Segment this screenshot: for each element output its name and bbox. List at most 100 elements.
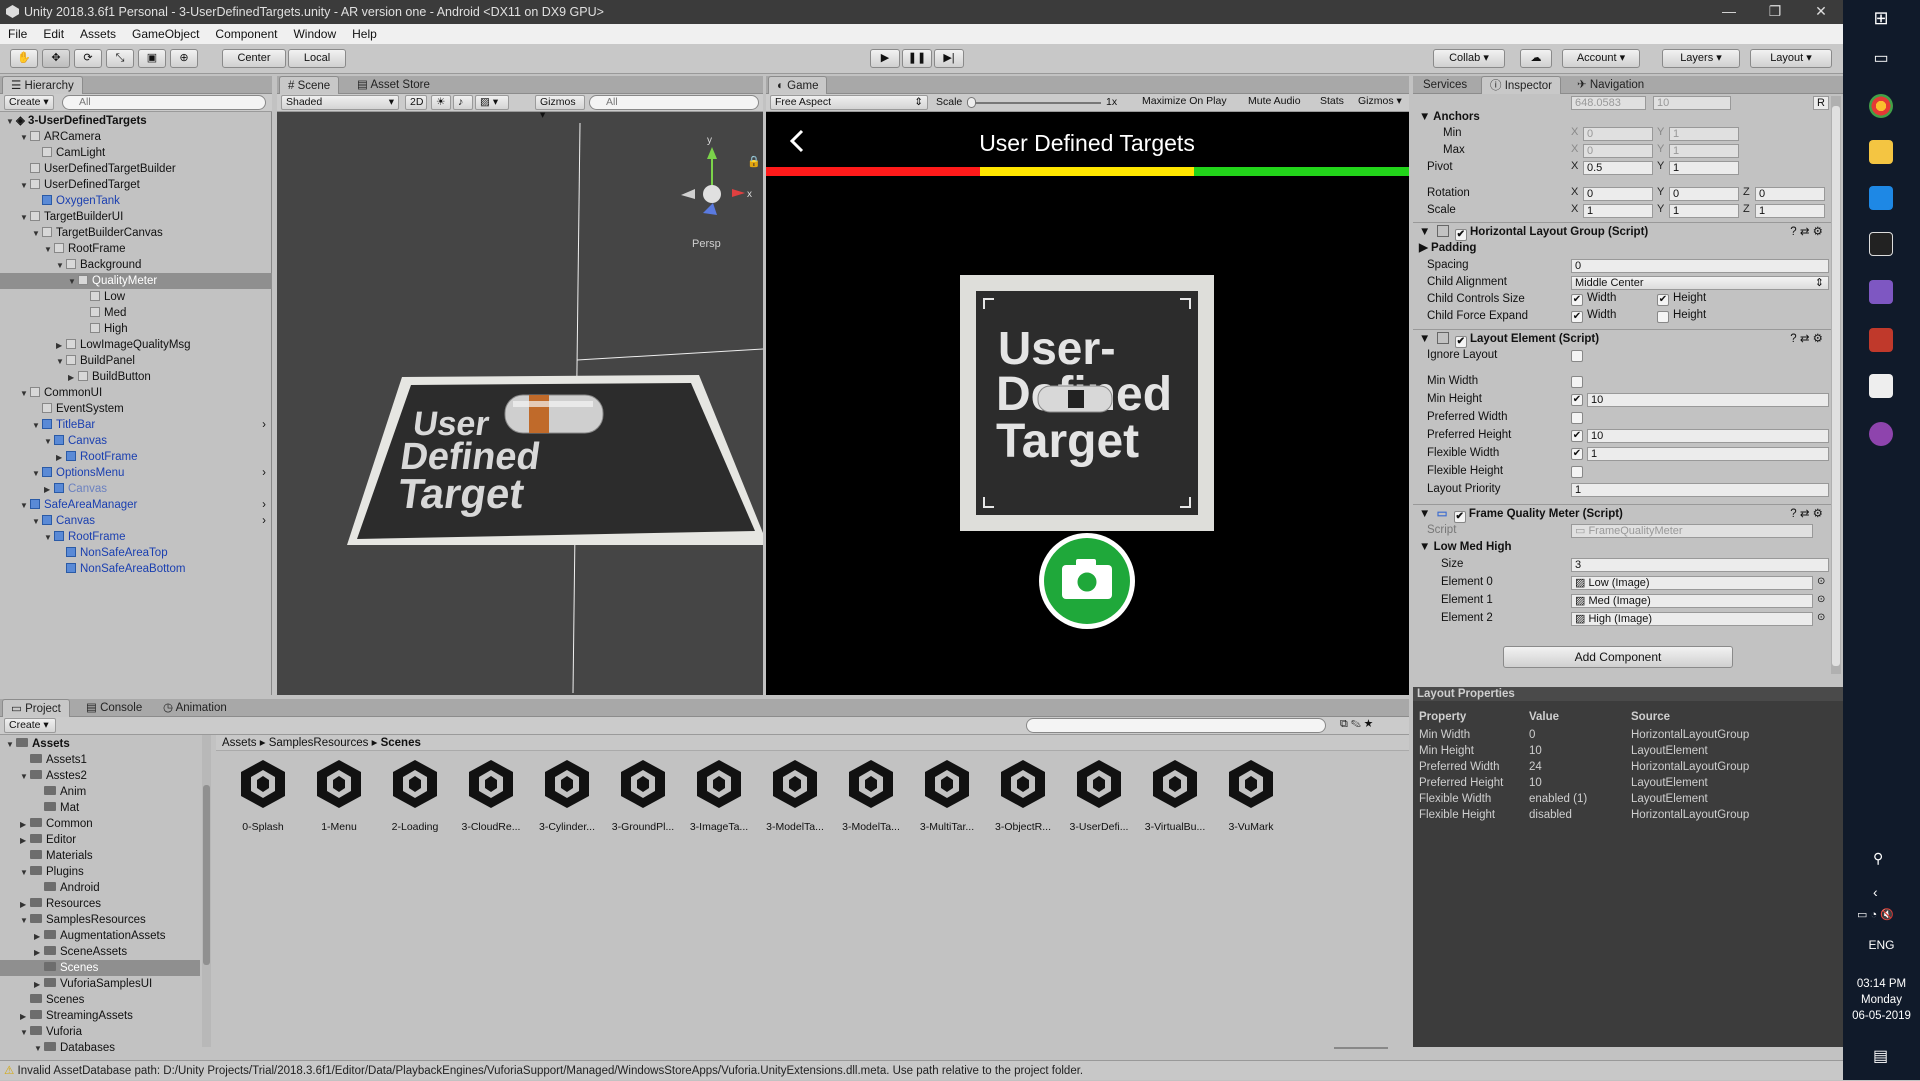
- expand-arrow-icon[interactable]: ▼: [44, 434, 54, 450]
- cloud-button[interactable]: ☁: [1520, 49, 1552, 68]
- task-view-icon[interactable]: ▭: [1869, 48, 1893, 72]
- maximize-on-play-toggle[interactable]: Maximize On Play: [1138, 95, 1244, 110]
- notifications-icon[interactable]: ▤: [1873, 1046, 1888, 1066]
- rect-height-field[interactable]: 10: [1653, 96, 1731, 110]
- element1-field[interactable]: ▨ Med (Image): [1571, 594, 1813, 608]
- scene-asset[interactable]: 2-Loading: [382, 756, 448, 836]
- vector-field[interactable]: 1: [1583, 204, 1653, 218]
- le-header-icons[interactable]: ? ⇄ ⚙: [1790, 330, 1823, 348]
- expand-arrow-icon[interactable]: ▼: [20, 1025, 30, 1041]
- project-folder-item[interactable]: Android: [0, 880, 200, 896]
- hierarchy-item[interactable]: NonSafeAreaBottom: [0, 561, 272, 577]
- scene-asset[interactable]: 3-VirtualBu...: [1142, 756, 1208, 836]
- hierarchy-scene-root[interactable]: ▼ ◈ 3-UserDefinedTargets: [0, 113, 272, 129]
- add-component-button[interactable]: Add Component: [1503, 646, 1733, 668]
- play-button[interactable]: ▶: [870, 49, 900, 68]
- object-picker-icon[interactable]: ⊙: [1817, 594, 1825, 605]
- layers-button[interactable]: Layers ▾: [1662, 49, 1740, 68]
- tab-inspector[interactable]: ⓘ Inspector: [1481, 76, 1562, 94]
- expand-arrow-icon[interactable]: ▶: [20, 833, 30, 849]
- app-icon[interactable]: [1869, 422, 1893, 446]
- vector-field[interactable]: 1: [1669, 127, 1739, 141]
- camera-button[interactable]: [1039, 533, 1135, 629]
- tray-icons[interactable]: ▭ ◔ 🔇: [1857, 908, 1894, 921]
- lock-icon[interactable]: 🔒: [747, 155, 761, 168]
- hierarchy-item[interactable]: ▼ RootFrame: [0, 241, 272, 257]
- prefab-open-chevron-icon[interactable]: ›: [262, 465, 266, 481]
- hierarchy-item[interactable]: ▼ BuildPanel: [0, 353, 272, 369]
- project-folder-item[interactable]: ▼ Vuforia: [0, 1024, 200, 1040]
- expand-arrow-icon[interactable]: ▼: [20, 130, 30, 146]
- vector-field[interactable]: 0: [1583, 144, 1653, 158]
- foldout-arrow-icon[interactable]: ▼: [1419, 333, 1430, 345]
- scene-asset[interactable]: 3-ImageTa...: [686, 756, 752, 836]
- inspector-scrollbar[interactable]: [1831, 96, 1841, 674]
- project-folder-item[interactable]: Scenes: [0, 992, 200, 1008]
- breadcrumb-samplesresources[interactable]: SamplesResources: [269, 737, 369, 749]
- store-app-icon[interactable]: [1869, 328, 1893, 352]
- menu-component[interactable]: Component: [207, 27, 285, 41]
- controls-height-checkbox[interactable]: ✔: [1657, 294, 1669, 306]
- padding-foldout[interactable]: ▶ Padding: [1413, 240, 1831, 257]
- rect-width-field[interactable]: 648.0583: [1571, 96, 1646, 110]
- object-picker-icon[interactable]: ⊙: [1817, 576, 1825, 587]
- hierarchy-item[interactable]: ▼ OptionsMenu ›: [0, 465, 272, 481]
- filter-icons[interactable]: ⧉ ✎ ★: [1340, 718, 1373, 731]
- tab-project[interactable]: ▭ Project: [2, 699, 70, 717]
- hierarchy-item[interactable]: ▼ QualityMeter: [0, 273, 272, 289]
- hierarchy-item[interactable]: ▶ RootFrame: [0, 449, 272, 465]
- script-field[interactable]: ▭ FrameQualityMeter: [1571, 524, 1813, 538]
- collab-button[interactable]: Collab ▾: [1433, 49, 1505, 68]
- project-folder-item[interactable]: ▶ StreamingAssets: [0, 1008, 200, 1024]
- scene-asset[interactable]: 3-ModelTa...: [838, 756, 904, 836]
- vector-field[interactable]: 1: [1755, 204, 1825, 218]
- tab-console[interactable]: ▤ Console: [78, 699, 150, 717]
- menu-assets[interactable]: Assets: [72, 27, 124, 41]
- lighting-toggle[interactable]: ☀: [431, 95, 451, 110]
- foldout-arrow-icon[interactable]: ▼: [1419, 226, 1430, 238]
- anchors-foldout[interactable]: ▼ Anchors: [1413, 109, 1831, 126]
- hierarchy-item[interactable]: ▼ ARCamera: [0, 129, 272, 145]
- expand-arrow-icon[interactable]: ▼: [20, 769, 30, 785]
- tree-scroll-thumb[interactable]: [203, 785, 210, 965]
- layout-element-field[interactable]: 1: [1587, 447, 1829, 461]
- menu-gameobject[interactable]: GameObject: [124, 27, 207, 41]
- project-folder-item[interactable]: ▶ AugmentationAssets: [0, 928, 200, 944]
- tab-services[interactable]: Services: [1415, 76, 1475, 94]
- hierarchy-search-input[interactable]: All: [62, 95, 266, 110]
- layout-element-checkbox[interactable]: [1571, 466, 1583, 478]
- expand-arrow-icon[interactable]: ▼: [56, 354, 66, 370]
- hierarchy-item[interactable]: NonSafeAreaTop: [0, 545, 272, 561]
- audio-toggle[interactable]: ♪: [453, 95, 473, 110]
- hierarchy-item[interactable]: ▼ UserDefinedTarget: [0, 177, 272, 193]
- tab-navigation[interactable]: ✈ Navigation: [1569, 76, 1652, 94]
- chrome-icon[interactable]: [1869, 94, 1893, 118]
- tab-asset-store[interactable]: ▤ Asset Store: [349, 76, 438, 94]
- hierarchy-item[interactable]: High: [0, 321, 272, 337]
- vector-field[interactable]: 0: [1583, 187, 1653, 201]
- layout-element-field[interactable]: 10: [1587, 393, 1829, 407]
- expand-arrow-icon[interactable]: ▼: [32, 418, 42, 434]
- hierarchy-item[interactable]: ▼ TargetBuilderUI: [0, 209, 272, 225]
- hierarchy-item[interactable]: ▶ Canvas: [0, 481, 272, 497]
- hierarchy-item[interactable]: EventSystem: [0, 401, 272, 417]
- low-med-high-foldout[interactable]: ▼ Low Med High: [1413, 539, 1831, 556]
- hierarchy-create-button[interactable]: Create ▾: [4, 95, 54, 110]
- scene-asset[interactable]: 0-Splash: [230, 756, 296, 836]
- expand-arrow-icon[interactable]: ▼: [32, 226, 42, 242]
- layout-element-field[interactable]: 1: [1571, 483, 1829, 497]
- scene-gizmo[interactable]: y x: [681, 135, 752, 215]
- force-height-checkbox[interactable]: [1657, 311, 1669, 323]
- layout-element-field[interactable]: 10: [1587, 429, 1829, 443]
- windows-start-icon[interactable]: ⊞: [1869, 8, 1893, 32]
- le-header[interactable]: ▼ ✔ Layout Element (Script) ? ⇄ ⚙: [1413, 329, 1831, 348]
- tree-scrollbar[interactable]: [202, 735, 211, 1047]
- hierarchy-item[interactable]: Med: [0, 305, 272, 321]
- prefab-open-chevron-icon[interactable]: ›: [262, 497, 266, 513]
- shading-mode-dropdown[interactable]: Shaded ▾: [281, 95, 399, 110]
- project-folder-item[interactable]: ▼ SamplesResources: [0, 912, 200, 928]
- expand-arrow-icon[interactable]: ▼: [6, 737, 16, 753]
- project-folder-item[interactable]: Anim: [0, 784, 200, 800]
- prefab-open-chevron-icon[interactable]: ›: [262, 513, 266, 529]
- tab-hierarchy[interactable]: ☰ Hierarchy: [2, 76, 83, 94]
